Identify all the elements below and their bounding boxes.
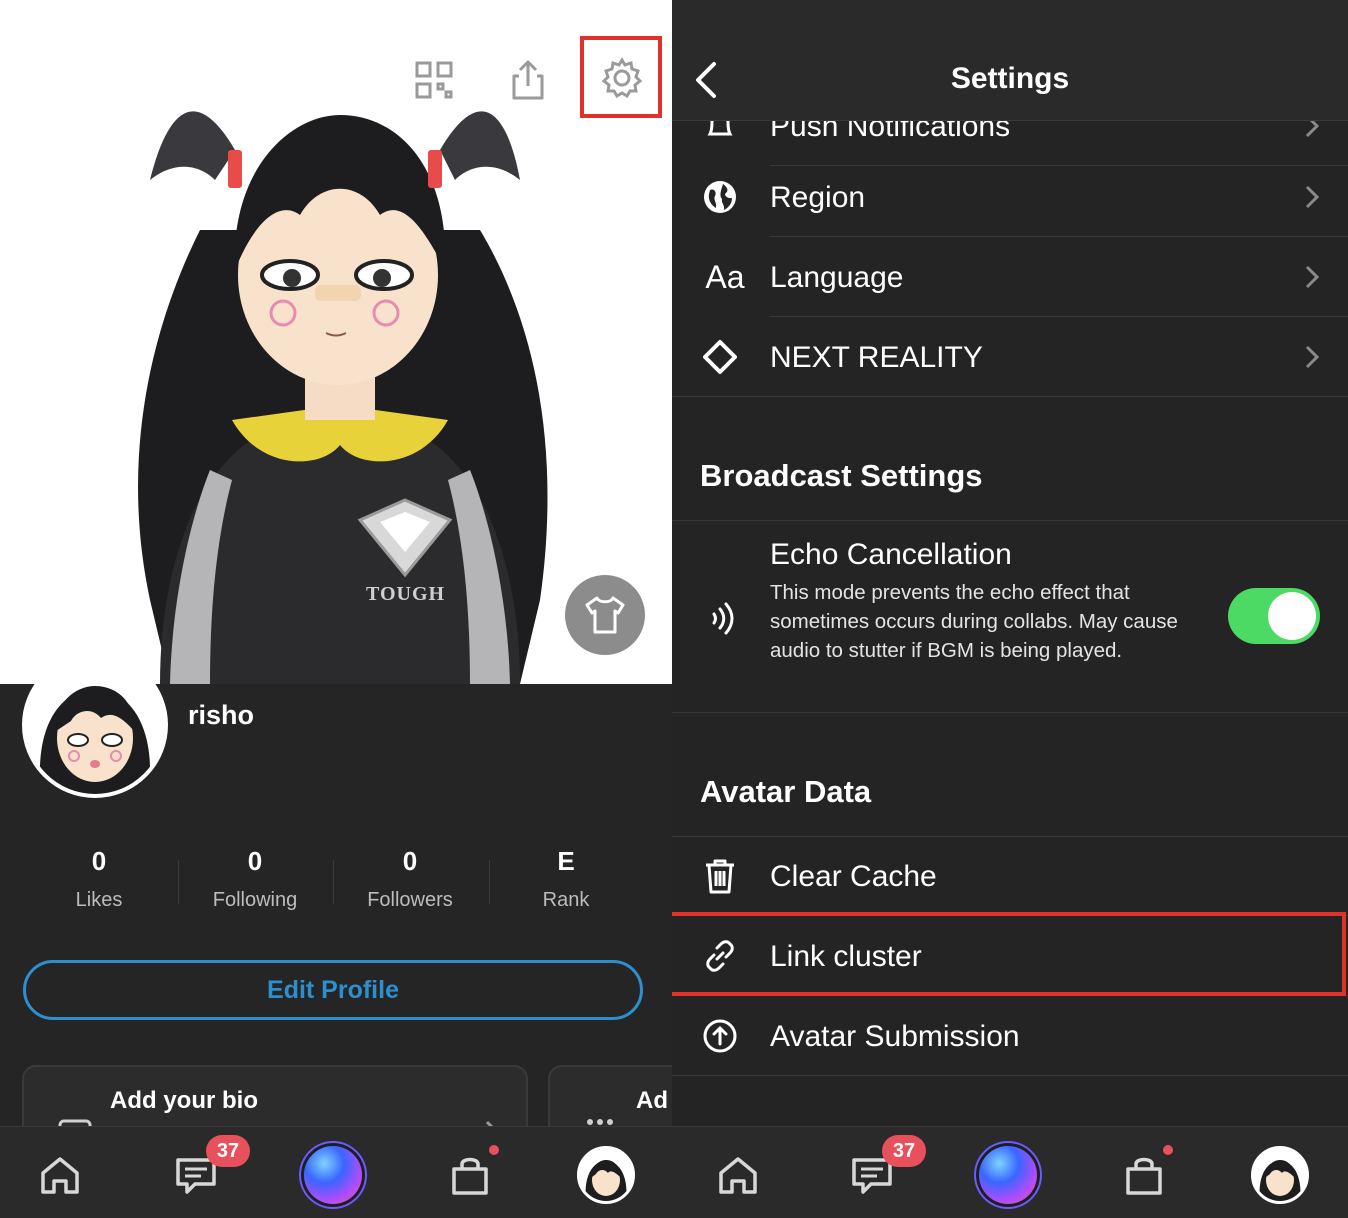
- row-label: Avatar Submission: [770, 1020, 1020, 1053]
- qr-code-icon[interactable]: [412, 58, 456, 102]
- link-cluster-highlight-box: [672, 912, 1346, 996]
- section-divider: [672, 712, 1348, 713]
- share-icon[interactable]: [506, 58, 550, 102]
- profile-screen: TOUGH risho 0 Likes 0 Following 0 Follow…: [0, 0, 672, 1218]
- tshirt-icon: [585, 596, 625, 634]
- echo-cancellation-title: Echo Cancellation: [770, 538, 1012, 571]
- gear-highlight-box: [580, 36, 662, 118]
- home-icon: [719, 1157, 757, 1194]
- settings-row-region[interactable]: Region: [672, 157, 1348, 237]
- shop-notification-dot: [489, 1145, 499, 1155]
- row-label: Clear Cache: [770, 860, 937, 893]
- bio-card-title: Add your bio: [110, 1087, 258, 1114]
- create-tab[interactable]: [978, 1145, 1038, 1205]
- profile-tab[interactable]: [1250, 1145, 1310, 1205]
- create-orb-icon: [304, 1146, 362, 1204]
- echo-cancellation-description: This mode prevents the echo effect that …: [770, 581, 1178, 662]
- home-icon: [41, 1157, 79, 1194]
- settings-row-next-reality[interactable]: NEXT REALITY: [672, 317, 1348, 397]
- create-orb-icon: [979, 1146, 1037, 1204]
- row-label: Language: [770, 261, 904, 294]
- shopping-bag-icon: [452, 1157, 488, 1195]
- edit-profile-button[interactable]: Edit Profile: [23, 960, 643, 1020]
- chevron-right-icon: [1305, 265, 1320, 289]
- settings-row-language[interactable]: Aa Language: [672, 237, 1348, 317]
- stat-value: 0: [402, 846, 418, 876]
- row-label: Region: [770, 181, 866, 214]
- sound-wave-icon: [706, 598, 740, 638]
- row-label: NEXT REALITY: [770, 341, 983, 374]
- username: risho: [188, 700, 255, 730]
- section-title-broadcast: Broadcast Settings: [700, 458, 983, 493]
- chevron-right-icon: [1305, 185, 1320, 209]
- avatar-face-illustration: [26, 656, 164, 794]
- messages-badge: 37: [206, 1135, 250, 1167]
- shop-notification-dot: [1163, 1145, 1173, 1155]
- profile-avatar-icon: [1251, 1146, 1309, 1204]
- page-title: Settings: [950, 62, 1070, 95]
- avatar-illustration: [138, 111, 548, 684]
- toggle-knob: [1268, 592, 1316, 640]
- stat-label: Following: [212, 889, 298, 911]
- upload-icon: [698, 1014, 742, 1058]
- create-tab[interactable]: [303, 1145, 363, 1205]
- font-icon-glyph: Aa: [705, 258, 745, 295]
- stat-divider: [333, 860, 334, 904]
- shirt-logo-text: TOUGH: [366, 583, 446, 605]
- section-divider: [672, 520, 1348, 521]
- outfit-button[interactable]: [565, 575, 645, 655]
- globe-icon: [698, 175, 742, 219]
- settings-row-avatar-submission[interactable]: Avatar Submission: [672, 996, 1348, 1076]
- diamond-icon: [698, 335, 742, 379]
- bio-card-title: Ad: [636, 1087, 668, 1114]
- stat-divider: [178, 860, 179, 904]
- stat-likes[interactable]: 0 Likes: [24, 846, 174, 912]
- stat-value: 0: [247, 846, 263, 876]
- tab-bar: 37: [0, 1126, 672, 1218]
- settings-row-clear-cache[interactable]: Clear Cache: [672, 836, 1348, 916]
- tab-bar: 37: [672, 1126, 1348, 1218]
- chevron-right-icon: [1305, 345, 1320, 369]
- home-tab[interactable]: [708, 1145, 768, 1205]
- stat-rank[interactable]: E Rank: [491, 846, 641, 912]
- row-separator: [672, 1075, 1348, 1076]
- avatar-hero: TOUGH: [0, 0, 672, 684]
- profile-avatar-icon: [577, 1146, 635, 1204]
- settings-screen: Push Notifications Settings Region Aa La…: [672, 0, 1348, 1218]
- messages-badge: 37: [882, 1135, 926, 1167]
- trash-icon: [698, 854, 742, 898]
- settings-header: Settings: [672, 0, 1348, 121]
- stat-value: E: [557, 846, 575, 876]
- section-divider: [672, 396, 1348, 397]
- stat-label: Likes: [75, 889, 123, 911]
- stat-label: Followers: [367, 889, 453, 911]
- home-tab[interactable]: [30, 1145, 90, 1205]
- section-title-avatar-data: Avatar Data: [700, 774, 872, 809]
- avatar[interactable]: [22, 652, 168, 798]
- stat-followers[interactable]: 0 Followers: [335, 846, 485, 912]
- stat-divider: [489, 860, 490, 904]
- font-icon: Aa: [698, 255, 752, 299]
- echo-cancellation-toggle[interactable]: [1228, 588, 1320, 644]
- shopping-bag-icon: [1126, 1157, 1162, 1195]
- profile-tab[interactable]: [576, 1145, 636, 1205]
- stat-value: 0: [91, 846, 107, 876]
- stat-following[interactable]: 0 Following: [180, 846, 330, 912]
- stat-label: Rank: [542, 889, 590, 911]
